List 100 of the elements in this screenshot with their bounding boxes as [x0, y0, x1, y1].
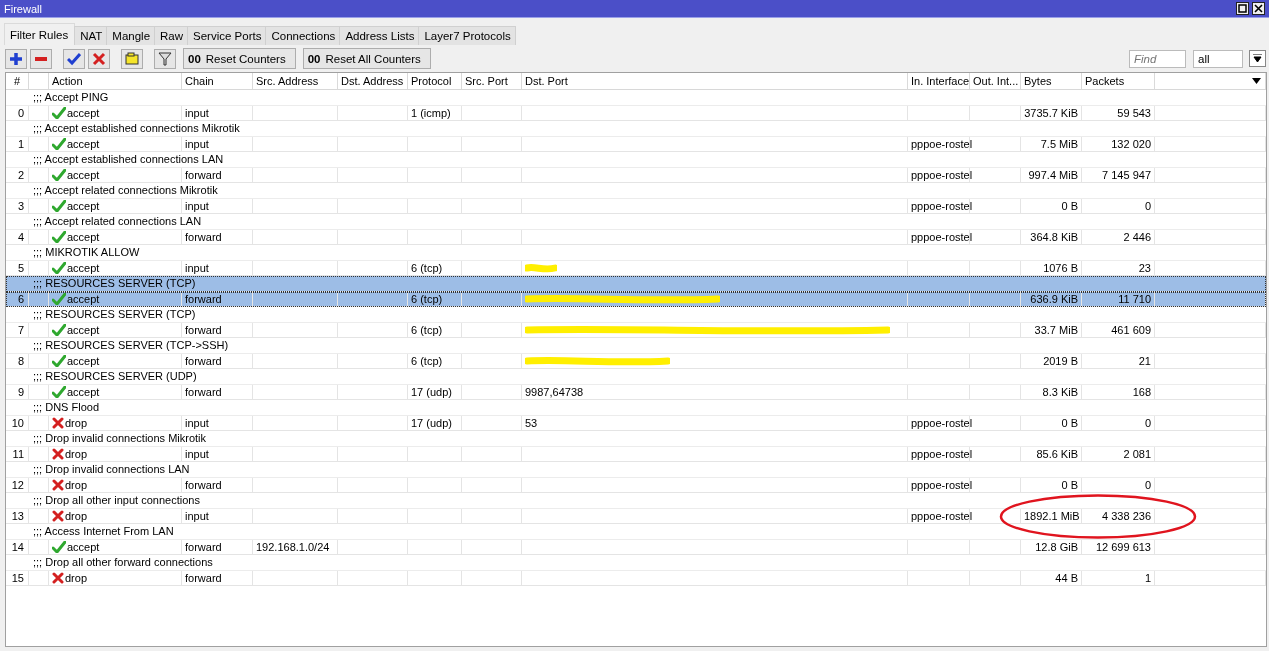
- scope-field[interactable]: all: [1193, 49, 1243, 68]
- window-title: Firewall: [4, 2, 43, 15]
- comment-row: ;;; Drop all other forward connections: [6, 555, 1266, 571]
- table-cell: 636.9 KiB: [1021, 292, 1082, 307]
- table-cell: [462, 385, 522, 400]
- remove-button[interactable]: [30, 48, 52, 69]
- tab[interactable]: Raw: [154, 26, 189, 45]
- tab[interactable]: Service Ports: [187, 26, 267, 45]
- column-header[interactable]: Src. Port: [465, 75, 508, 87]
- table-cell: [970, 385, 1021, 400]
- column-header[interactable]: Protocol: [411, 75, 452, 87]
- table-cell: forward: [182, 323, 253, 338]
- column-header[interactable]: Out. Int...: [973, 75, 1019, 87]
- find-field[interactable]: Find: [1129, 49, 1186, 68]
- table-cell: 2019 B: [1021, 354, 1082, 369]
- column-header[interactable]: Action: [52, 75, 83, 87]
- column-header[interactable]: #: [13, 75, 21, 87]
- table-cell: pppoe-rostel: [908, 478, 970, 493]
- table-cell: 0: [6, 106, 29, 121]
- table-cell: [338, 137, 408, 152]
- table-cell: [408, 509, 462, 524]
- table-cell: [338, 540, 408, 555]
- table-cell: 12: [6, 478, 29, 493]
- tab[interactable]: Layer7 Protocols: [418, 26, 516, 45]
- table-cell: accept: [67, 167, 100, 183]
- table-cell: [408, 540, 462, 555]
- table-cell: 9987,64738: [522, 385, 908, 400]
- table-cell: forward: [182, 168, 253, 183]
- table-cell: accept: [67, 539, 100, 555]
- table-cell: [408, 571, 462, 586]
- column-header[interactable]: Packets: [1085, 75, 1125, 87]
- table-cell: accept: [67, 384, 100, 400]
- table-cell: [408, 168, 462, 183]
- table-cell: [970, 323, 1021, 338]
- filter-button[interactable]: [154, 48, 176, 69]
- comment-button[interactable]: [121, 48, 143, 69]
- table-cell: [970, 354, 1021, 369]
- tab[interactable]: Connections: [265, 26, 341, 45]
- table-cell: 12.8 GiB: [1021, 540, 1082, 555]
- restore-icon[interactable]: [1236, 2, 1249, 15]
- table-cell: 15: [6, 571, 29, 586]
- table-cell: 168: [1082, 385, 1155, 400]
- tab[interactable]: Mangle: [106, 26, 156, 45]
- comment-row: ;;; Accept related connections LAN: [6, 214, 1266, 230]
- tab[interactable]: Address Lists: [339, 26, 420, 45]
- note-icon: [125, 51, 139, 66]
- column-header[interactable]: Dst. Address: [341, 75, 404, 87]
- dropdown-button[interactable]: [1249, 50, 1266, 67]
- tab[interactable]: Filter Rules: [4, 23, 76, 45]
- table-cell: [408, 447, 462, 462]
- column-header[interactable]: Chain: [185, 75, 214, 87]
- table-cell: drop: [65, 415, 88, 431]
- table-cell: [462, 416, 522, 431]
- table-cell: [338, 323, 408, 338]
- table-cell: [338, 416, 408, 431]
- table-cell: 4: [6, 230, 29, 245]
- table-cell: 2 446: [1082, 230, 1155, 245]
- table-cell: 85.6 KiB: [1021, 447, 1082, 462]
- column-header[interactable]: Src. Address: [256, 75, 319, 87]
- table-cell: 11 710: [1082, 292, 1155, 307]
- table-cell: accept: [67, 260, 100, 276]
- table-cell: input: [182, 106, 253, 121]
- table-cell: 1: [6, 137, 29, 152]
- table-cell: drop: [65, 508, 88, 524]
- table-cell: [970, 416, 1021, 431]
- table-cell: 192.168.1.0/24: [253, 540, 338, 555]
- column-header[interactable]: Dst. Port: [525, 75, 568, 87]
- selected-comment-row: ;;; RESOURCES SERVER (TCP): [6, 276, 1266, 292]
- table-cell: forward: [182, 354, 253, 369]
- reset-button[interactable]: 00 Reset Counters: [183, 48, 296, 69]
- table-cell: [338, 230, 408, 245]
- add-icon: [9, 51, 23, 66]
- table-cell: 0 B: [1021, 199, 1082, 214]
- table-cell: 1: [1082, 571, 1155, 586]
- table-cell: forward: [182, 292, 253, 307]
- comment-row: ;;; MIKROTIK ALLOW: [6, 245, 1266, 261]
- table-cell: 8: [6, 354, 29, 369]
- table-cell: accept: [67, 291, 100, 307]
- table-cell: 10: [6, 416, 29, 431]
- tab[interactable]: NAT: [74, 26, 108, 45]
- close-icon[interactable]: [1252, 2, 1265, 15]
- column-header[interactable]: In. Interface: [911, 75, 969, 87]
- table-cell: [970, 292, 1021, 307]
- table-cell: accept: [67, 136, 100, 152]
- table-cell: [462, 478, 522, 493]
- table-cell: [970, 168, 1021, 183]
- column-header[interactable]: Bytes: [1024, 75, 1052, 87]
- table-cell: 6 (tcp): [408, 292, 462, 307]
- comment-row: ;;; Access Internet From LAN: [6, 524, 1266, 540]
- table-cell: [970, 230, 1021, 245]
- disable-button[interactable]: [88, 48, 110, 69]
- comment-row: ;;; Drop invalid connections LAN: [6, 462, 1266, 478]
- table-cell: [908, 571, 970, 586]
- add-button[interactable]: [5, 48, 27, 69]
- table-cell: [338, 199, 408, 214]
- table-cell: 59 543: [1082, 106, 1155, 121]
- reset-button[interactable]: 00 Reset All Counters: [302, 48, 431, 69]
- table-cell: [970, 478, 1021, 493]
- comment-row: ;;; RESOURCES SERVER (TCP->SSH): [6, 338, 1266, 354]
- enable-button[interactable]: [63, 48, 85, 69]
